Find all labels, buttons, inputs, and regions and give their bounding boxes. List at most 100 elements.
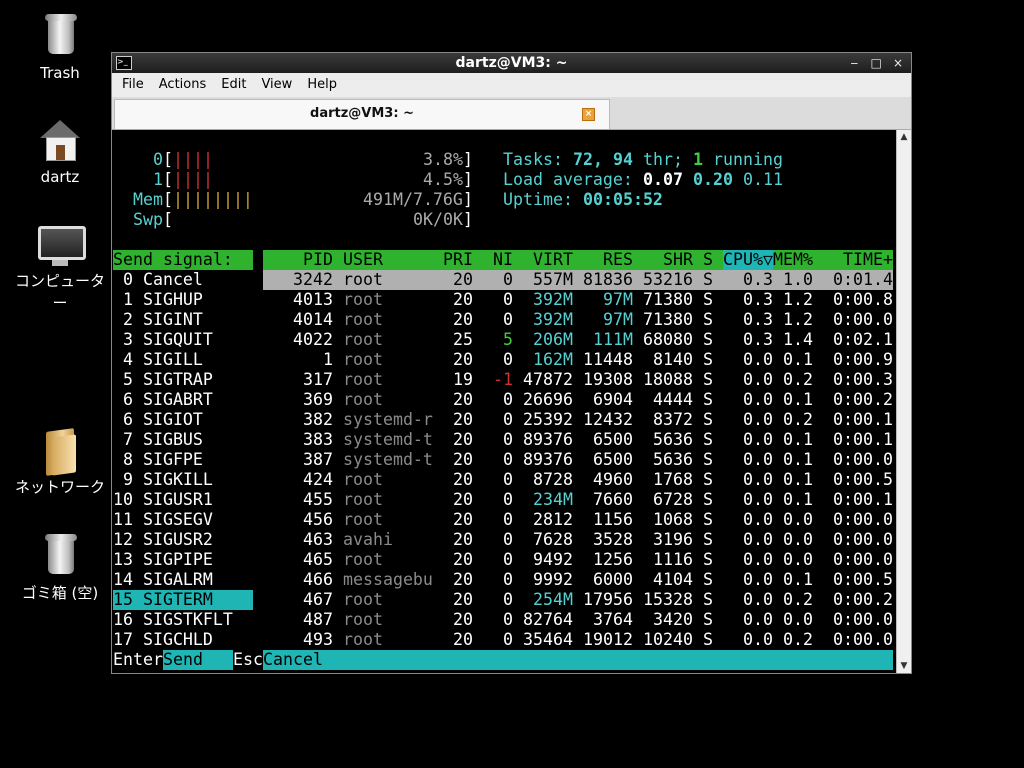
process-row[interactable]: 14 SIGALRM 466 messagebu 20 0 9992 6000 4104 S 0.… (113, 570, 895, 590)
cell-time+: 0:00.0 (833, 610, 893, 629)
cell-time+: 0:00.9 (833, 350, 893, 369)
scroll-down-icon[interactable]: ▼ (899, 661, 909, 671)
process-row[interactable]: 3 SIGQUIT 4022 root 25 5 206M 111M 68080 S 0.3 1.4… (113, 330, 895, 350)
signal-item[interactable]: 3 SIGQUIT (113, 330, 213, 350)
signal-item[interactable]: 7 SIGBUS (113, 430, 203, 450)
column-header-virt[interactable]: VIRT (533, 250, 573, 270)
close-button[interactable]: × (889, 53, 907, 73)
cell-time+: 0:01.4 (833, 270, 893, 289)
menu-actions[interactable]: Actions (149, 73, 212, 97)
signal-item[interactable]: 2 SIGINT (113, 310, 203, 330)
process-row[interactable]: 6 SIGIOT 382 systemd-r 20 0 25392 12432 8372 S 0.… (113, 410, 895, 430)
column-header-user[interactable]: USER (343, 250, 383, 270)
signal-item[interactable]: 15 SIGTERM (113, 590, 253, 610)
column-header-pid[interactable]: PID (303, 250, 333, 270)
cell-mem: 0.2 (783, 630, 813, 649)
signal-item[interactable]: 13 SIGPIPE (113, 550, 213, 570)
process-row[interactable]: 13 SIGPIPE 465 root 20 0 9492 1256 1116 S 0.0 0.0 0… (113, 550, 895, 570)
signal-item[interactable]: 9 SIGKILL (113, 470, 213, 490)
column-header-time+[interactable]: TIME+ (843, 250, 893, 270)
process-row[interactable]: 1 SIGHUP 4013 root 20 0 392M 97M 71380 S 0.3 1.2 0:… (113, 290, 895, 310)
cell-shr: 4104 (653, 570, 693, 589)
cell-res: 3528 (593, 530, 633, 549)
desktop-icon-network[interactable]: ネットワーク (10, 426, 110, 498)
cell-time+: 0:00.8 (833, 290, 893, 309)
cell-mem: 0.2 (783, 410, 813, 429)
scroll-up-icon[interactable]: ▲ (899, 132, 909, 142)
desktop-icon-computer[interactable]: コンピューター (10, 220, 110, 314)
column-header-cpu[interactable]: CPU%▽ (723, 250, 773, 270)
cell-s: S (703, 550, 713, 569)
minimize-button[interactable]: ‒ (845, 53, 863, 73)
window-titlebar[interactable]: >_ dartz@VM3: ~ ‒ □ × (112, 53, 911, 73)
cell-pid: 1 (323, 350, 333, 369)
menu-edit[interactable]: Edit (211, 73, 251, 97)
send-button[interactable]: Send (163, 650, 233, 670)
cell-virt: 9492 (533, 550, 573, 569)
menu-file[interactable]: File (112, 73, 149, 97)
maximize-button[interactable]: □ (867, 53, 885, 73)
process-row[interactable]: 0 Cancel 3242 root 20 0 557M 81836 53216 S 0.3 1.0… (113, 270, 895, 290)
cell-s: S (703, 310, 713, 329)
signal-item[interactable]: 14 SIGALRM (113, 570, 213, 590)
signal-item[interactable]: 12 SIGUSR2 (113, 530, 213, 550)
cell-ni: 0 (503, 510, 513, 529)
cell-s: S (703, 370, 713, 389)
tab-terminal[interactable]: dartz@VM3: ~ × (114, 99, 610, 129)
signal-item[interactable]: 17 SIGCHLD (113, 630, 213, 650)
process-row[interactable]: 17 SIGCHLD 493 root 20 0 35464 19012 10240 S 0.0 0… (113, 630, 895, 650)
terminal-content[interactable]: 0[|||| 3.8%] Tasks: 72, 94 thr; 1 running 1[|… (113, 130, 895, 673)
process-row[interactable]: 2 SIGINT 4014 root 20 0 392M 97M 71380 S 0.3 1.2 0:… (113, 310, 895, 330)
signal-item[interactable]: 5 SIGTRAP (113, 370, 213, 390)
menu-help[interactable]: Help (297, 73, 342, 97)
desktop-icon-home[interactable]: dartz (10, 116, 110, 188)
cell-shr: 10240 (643, 630, 693, 649)
cell-virt: 26696 (523, 390, 573, 409)
cell-res: 19308 (583, 370, 633, 389)
signal-item[interactable]: 4 SIGILL (113, 350, 203, 370)
cell-pri: 20 (453, 310, 473, 329)
desktop-icon-trash[interactable]: Trash (10, 12, 110, 84)
signal-item[interactable]: 10 SIGUSR1 (113, 490, 213, 510)
tab-close-icon[interactable]: × (582, 108, 595, 121)
column-header-mem[interactable]: MEM% (773, 250, 813, 270)
column-header-pri[interactable]: PRI (443, 250, 473, 270)
desktop-icon-label: コンピューター (14, 272, 105, 312)
signal-item[interactable]: 6 SIGABRT (113, 390, 213, 410)
cell-pid: 467 (303, 590, 333, 609)
process-row[interactable]: 15 SIGTERM 467 root 20 0 254M 17956 15328 S 0.0 0.… (113, 590, 895, 610)
cell-time+: 0:00.0 (833, 510, 893, 529)
terminal-scrollbar[interactable]: ▲ ▼ (896, 130, 911, 673)
process-row[interactable]: 10 SIGUSR1 455 root 20 0 234M 7660 6728 S 0.0 0.1 0… (113, 490, 895, 510)
signal-item[interactable]: 16 SIGSTKFLT (113, 610, 233, 630)
menu-bar: File Actions Edit View Help (112, 73, 911, 97)
column-header-ni[interactable]: NI (493, 250, 513, 270)
column-header-res[interactable]: RES (603, 250, 633, 270)
process-row[interactable]: 5 SIGTRAP 317 root 19 -1 47872 19308 18088 S 0.0 0… (113, 370, 895, 390)
process-row[interactable]: 11 SIGSEGV 456 root 20 0 2812 1156 1068 S 0.0 0.0 0… (113, 510, 895, 530)
process-row[interactable]: 7 SIGBUS 383 systemd-t 20 0 89376 6500 5636 S 0.0… (113, 430, 895, 450)
signal-item[interactable]: 6 SIGIOT (113, 410, 203, 430)
cell-time+: 0:00.0 (833, 530, 893, 549)
cell-mem: 0.2 (783, 370, 813, 389)
signal-item[interactable]: 0 Cancel (113, 270, 203, 290)
column-header-shr[interactable]: SHR (663, 250, 693, 270)
menu-view[interactable]: View (251, 73, 297, 97)
process-row[interactable]: 8 SIGFPE 387 systemd-t 20 0 89376 6500 5636 S 0.0… (113, 450, 895, 470)
cancel-button[interactable]: Cancel (263, 650, 893, 670)
column-header-s[interactable]: S (703, 250, 713, 270)
cell-time+: 0:00.2 (833, 590, 893, 609)
signal-item[interactable]: 11 SIGSEGV (113, 510, 213, 530)
process-row[interactable]: 6 SIGABRT 369 root 20 0 26696 6904 4444 S 0.0 0.1 0… (113, 390, 895, 410)
cell-virt: 89376 (523, 450, 573, 469)
cell-cpu: 0.0 (743, 390, 773, 409)
process-row[interactable]: 9 SIGKILL 424 root 20 0 8728 4960 1768 S 0.0 0.1 0:… (113, 470, 895, 490)
signal-item[interactable]: 8 SIGFPE (113, 450, 203, 470)
process-row[interactable]: 12 SIGUSR2 463 avahi 20 0 7628 3528 3196 S 0.0 0.0… (113, 530, 895, 550)
desktop-icon-trash-empty[interactable]: ゴミ箱 (空) (10, 532, 110, 604)
signal-item[interactable]: 1 SIGHUP (113, 290, 203, 310)
process-row[interactable]: 16 SIGSTKFLT 487 root 20 0 82764 3764 3420 S 0.0 0… (113, 610, 895, 630)
process-row[interactable]: 4 SIGILL 1 root 20 0 162M 11448 8140 S 0.0 0.1 0:00… (113, 350, 895, 370)
cell-pid: 466 (303, 570, 333, 589)
footer-key-esc: Esc (233, 650, 263, 669)
